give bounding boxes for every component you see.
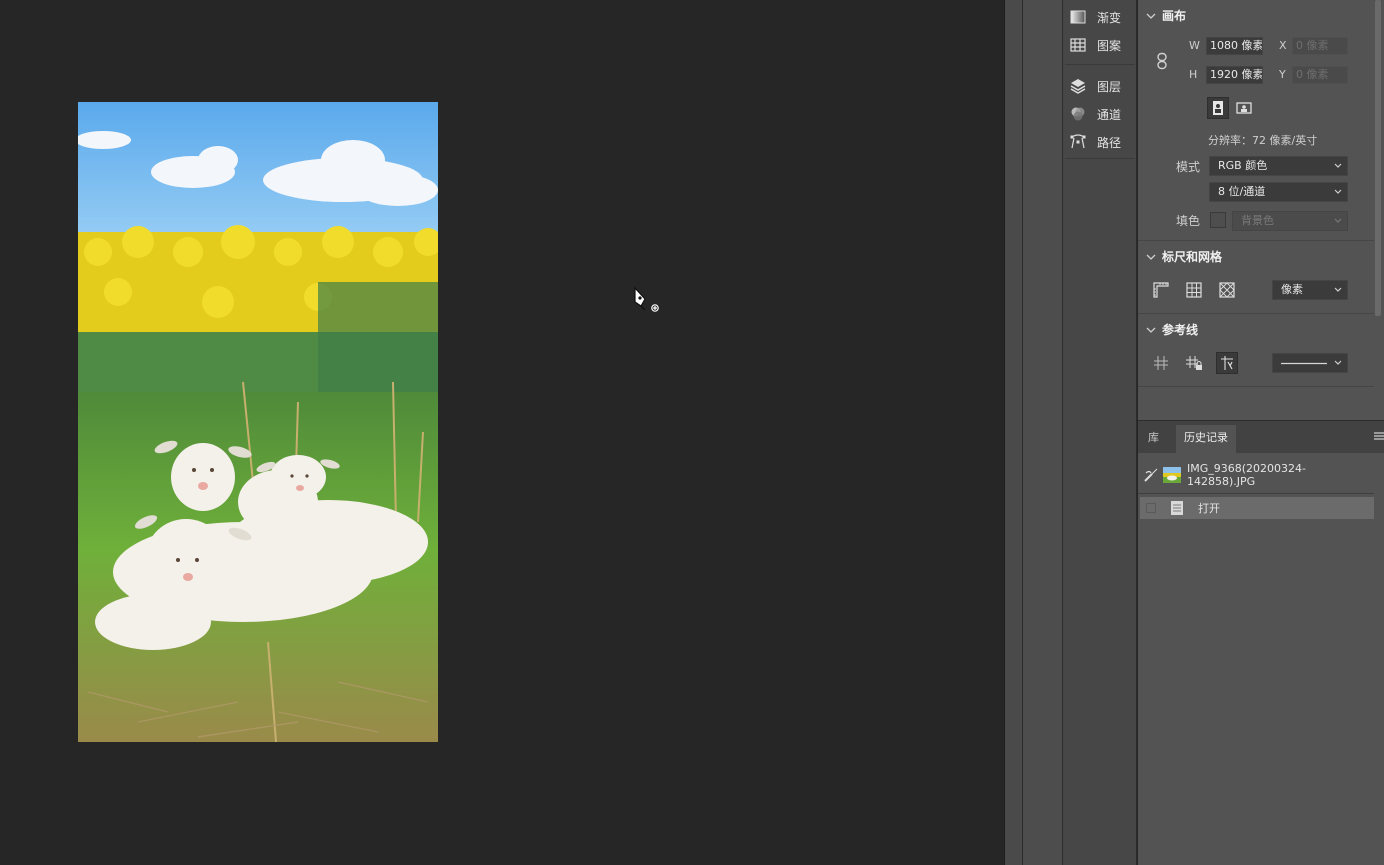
dock-item-layers[interactable]: 图层 [1069, 75, 1135, 97]
ruler-unit-select[interactable]: 像素 [1272, 280, 1348, 300]
guide-style-select[interactable] [1272, 353, 1348, 373]
snapshot-name: IMG_9368(20200324-142858).JPG [1186, 462, 1306, 488]
guides-icon [1154, 356, 1168, 370]
canvas-width-field[interactable]: 1080 像素 [1206, 37, 1263, 55]
landscape-orientation-button[interactable] [1233, 97, 1255, 119]
canvas-y-field[interactable]: 0 像素 [1292, 66, 1348, 84]
chevron-down-icon [1334, 163, 1342, 168]
properties-scrollbar[interactable] [1375, 0, 1381, 316]
bit-depth-select[interactable]: 8 位/通道 [1209, 182, 1348, 202]
line-style-swatch [1281, 362, 1327, 365]
chevron-down-icon [1146, 254, 1156, 260]
dock-item-label: 通道 [1097, 107, 1122, 122]
layers-icon [1070, 79, 1086, 94]
x-label: X [1279, 39, 1287, 52]
dock-item-paths[interactable]: 路径 [1069, 131, 1135, 153]
dock-item-label: 渐变 [1097, 10, 1122, 25]
color-mode-select[interactable]: RGB 颜色 [1209, 156, 1348, 176]
document-icon [1171, 501, 1183, 515]
ruler-icon [1153, 282, 1169, 298]
properties-panel: 画布 W 1080 像素 X 0 像素 H 1920 像素 Y 0 像素 分辨率… [1138, 0, 1384, 420]
document-workspace[interactable] [0, 0, 1004, 865]
history-step-row[interactable]: 打开 [1140, 497, 1374, 519]
section-divider [1138, 386, 1374, 387]
lock-guides-button[interactable] [1183, 352, 1205, 374]
bit-depth-value: 8 位/通道 [1218, 185, 1266, 198]
section-divider [1138, 240, 1374, 241]
panel-menu-icon[interactable] [1374, 430, 1384, 442]
history-step-label: 打开 [1198, 502, 1220, 515]
panel-resize-gutter[interactable] [1004, 0, 1022, 865]
chevron-down-icon [1146, 13, 1156, 19]
smart-guides-button[interactable] [1216, 352, 1238, 374]
landscape-icon [1236, 102, 1252, 114]
history-panel: 库 历史记录 IMG_9368(20200324-142858).JPG 打开 [1138, 420, 1384, 865]
dock-item-gradients[interactable]: 渐变 [1069, 6, 1135, 28]
collapsed-panel-dock: 渐变 图案 图层 通道 路径 [1062, 0, 1137, 865]
height-label: H [1189, 68, 1198, 81]
rulers-grid-section-title: 标尺和网格 [1162, 250, 1223, 264]
smart-guides-icon [1221, 356, 1233, 370]
toggle-pixel-grid-button[interactable] [1216, 279, 1238, 301]
lock-guides-icon [1186, 356, 1202, 370]
dock-divider [1065, 158, 1135, 159]
canvas-section-header[interactable]: 画布 [1138, 7, 1186, 24]
guides-section-title: 参考线 [1162, 323, 1199, 337]
pen-tool-cursor [634, 286, 659, 312]
portrait-icon [1213, 101, 1223, 115]
chevron-down-icon [1334, 287, 1342, 292]
history-step-checkbox[interactable] [1146, 503, 1156, 513]
collapsed-toolbar-strip [1022, 0, 1062, 865]
document-image-canvas[interactable] [78, 102, 438, 742]
dock-divider [1065, 64, 1135, 65]
link-dimensions-icon[interactable] [1155, 52, 1169, 70]
resolution-readout: 分辨率：72 像素/英寸 [1208, 134, 1318, 147]
rulers-grid-section-header[interactable]: 标尺和网格 [1138, 248, 1222, 265]
tab-history[interactable]: 历史记录 [1176, 425, 1236, 453]
tab-libraries[interactable]: 库 [1140, 425, 1167, 453]
chevron-down-icon [1334, 360, 1342, 365]
chevron-down-icon [1334, 218, 1342, 223]
portrait-orientation-button[interactable] [1207, 97, 1229, 119]
gradient-icon [1070, 10, 1086, 24]
history-divider [1138, 493, 1374, 494]
fill-color-swatch[interactable] [1210, 212, 1226, 228]
lambs-in-field-photo [78, 102, 438, 742]
fill-select[interactable]: 背景色 [1232, 211, 1348, 231]
pixel-grid-icon [1219, 282, 1235, 298]
dock-item-label: 路径 [1097, 135, 1122, 150]
toggle-rulers-button[interactable] [1150, 279, 1172, 301]
section-divider [1138, 313, 1374, 314]
y-label: Y [1279, 68, 1286, 81]
chevron-down-icon [1146, 327, 1156, 333]
guides-section-header[interactable]: 参考线 [1138, 321, 1198, 338]
fill-value: 背景色 [1241, 214, 1274, 227]
toggle-grid-button[interactable] [1183, 279, 1205, 301]
grid-icon [1186, 282, 1202, 298]
fill-label: 填色 [1176, 214, 1201, 228]
width-label: W [1189, 39, 1200, 52]
paths-icon [1070, 134, 1086, 149]
mode-label: 模式 [1176, 160, 1201, 174]
history-brush-source-icon [1144, 468, 1158, 482]
toggle-guides-button[interactable] [1150, 352, 1172, 374]
dock-item-patterns[interactable]: 图案 [1069, 34, 1135, 56]
color-mode-value: RGB 颜色 [1218, 159, 1268, 172]
dock-item-channels[interactable]: 通道 [1069, 103, 1135, 125]
chevron-down-icon [1334, 189, 1342, 194]
dock-item-label: 图案 [1097, 38, 1122, 53]
dock-item-label: 图层 [1097, 79, 1122, 94]
snapshot-thumbnail-icon [1162, 467, 1181, 483]
history-snapshot-row[interactable]: IMG_9368(20200324-142858).JPG [1140, 462, 1374, 488]
canvas-x-field[interactable]: 0 像素 [1292, 37, 1348, 55]
channels-icon [1071, 107, 1085, 121]
canvas-section-title: 画布 [1162, 9, 1187, 23]
canvas-height-field[interactable]: 1920 像素 [1206, 66, 1263, 84]
history-panel-tabs: 库 历史记录 [1138, 421, 1384, 453]
pattern-icon [1070, 38, 1086, 52]
ruler-unit-value: 像素 [1281, 283, 1303, 296]
